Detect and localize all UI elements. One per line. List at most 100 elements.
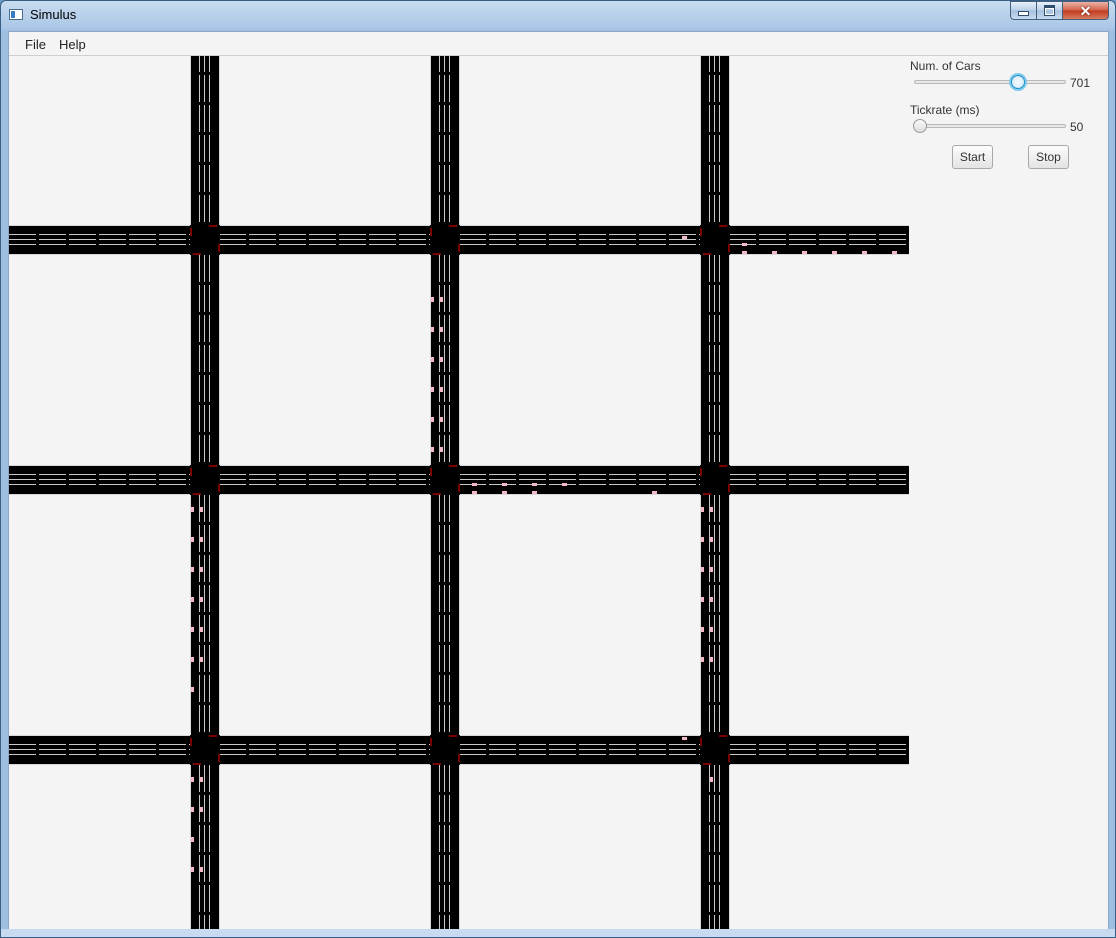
car: [772, 251, 777, 254]
intersection: [190, 735, 220, 765]
car: [802, 251, 807, 254]
car: [710, 567, 713, 572]
tickrate-slider-thumb[interactable]: [913, 119, 927, 133]
car: [682, 737, 687, 740]
intersection: [430, 465, 460, 495]
car: [200, 567, 203, 572]
car: [440, 297, 443, 302]
traffic-light: [458, 244, 460, 252]
window-bottom-border: [1, 929, 1115, 937]
traffic-light: [218, 754, 220, 762]
car: [701, 507, 704, 512]
title-bar[interactable]: Simulus ✕: [1, 1, 1115, 31]
traffic-light: [449, 735, 457, 737]
car: [191, 777, 194, 782]
car: [710, 777, 713, 782]
car: [191, 507, 194, 512]
car: [191, 837, 194, 842]
car: [701, 597, 704, 602]
car: [200, 777, 203, 782]
stop-button[interactable]: Stop: [1028, 145, 1069, 169]
cars-slider[interactable]: [914, 80, 1066, 84]
window-title: Simulus: [30, 7, 77, 22]
car: [710, 657, 713, 662]
car: [532, 491, 537, 494]
car: [191, 567, 194, 572]
traffic-light: [193, 253, 201, 255]
car: [200, 807, 203, 812]
traffic-light: [700, 468, 702, 476]
close-icon: ✕: [1079, 2, 1092, 19]
minimize-button[interactable]: [1010, 1, 1037, 20]
car: [191, 687, 194, 692]
traffic-light: [430, 468, 432, 476]
car: [652, 491, 657, 494]
car: [440, 387, 443, 392]
minimize-icon: [1018, 11, 1029, 16]
traffic-light: [703, 253, 711, 255]
car: [502, 491, 507, 494]
traffic-light: [193, 763, 201, 765]
traffic-light: [449, 225, 457, 227]
car: [191, 867, 194, 872]
intersection: [430, 735, 460, 765]
tickrate-label: Tickrate (ms): [910, 103, 980, 117]
car: [862, 251, 867, 254]
traffic-light: [728, 484, 730, 492]
car: [191, 597, 194, 602]
traffic-light: [458, 484, 460, 492]
app-window: Simulus ✕ File Help Num. of Cars 701 Tic…: [0, 0, 1116, 938]
intersection: [430, 225, 460, 255]
car: [710, 507, 713, 512]
car: [832, 251, 837, 254]
intersection: [190, 225, 220, 255]
cars-label: Num. of Cars: [910, 59, 981, 73]
traffic-light: [190, 738, 192, 746]
car: [200, 507, 203, 512]
car: [440, 447, 443, 452]
traffic-light: [719, 735, 727, 737]
car: [200, 537, 203, 542]
menu-bar: File Help: [9, 32, 1108, 56]
car: [431, 387, 434, 392]
car: [701, 627, 704, 632]
traffic-light: [190, 468, 192, 476]
traffic-light: [218, 244, 220, 252]
close-button[interactable]: ✕: [1063, 1, 1109, 20]
traffic-light: [430, 228, 432, 236]
car: [200, 867, 203, 872]
car: [892, 251, 897, 254]
traffic-light: [190, 228, 192, 236]
car: [532, 483, 537, 486]
car: [431, 417, 434, 422]
car: [191, 657, 194, 662]
traffic-light: [193, 493, 201, 495]
car: [200, 597, 203, 602]
traffic-light: [449, 465, 457, 467]
traffic-light: [433, 253, 441, 255]
menu-file[interactable]: File: [25, 37, 46, 52]
traffic-light: [700, 738, 702, 746]
car: [440, 357, 443, 362]
traffic-light: [433, 763, 441, 765]
car: [431, 297, 434, 302]
cars-slider-thumb[interactable]: [1010, 75, 1025, 89]
car: [431, 357, 434, 362]
car: [472, 491, 477, 494]
maximize-button[interactable]: [1037, 1, 1063, 20]
tickrate-slider[interactable]: [914, 124, 1066, 128]
menu-help[interactable]: Help: [59, 37, 86, 52]
client-area: File Help Num. of Cars 701 Tickrate (ms)…: [8, 31, 1109, 931]
car: [472, 483, 477, 486]
app-icon: [9, 9, 23, 20]
car: [431, 447, 434, 452]
traffic-light: [209, 735, 217, 737]
start-button[interactable]: Start: [952, 145, 993, 169]
car: [191, 627, 194, 632]
car: [742, 251, 747, 254]
car: [431, 327, 434, 332]
car: [701, 567, 704, 572]
traffic-light: [728, 754, 730, 762]
traffic-light: [719, 225, 727, 227]
traffic-light: [703, 763, 711, 765]
